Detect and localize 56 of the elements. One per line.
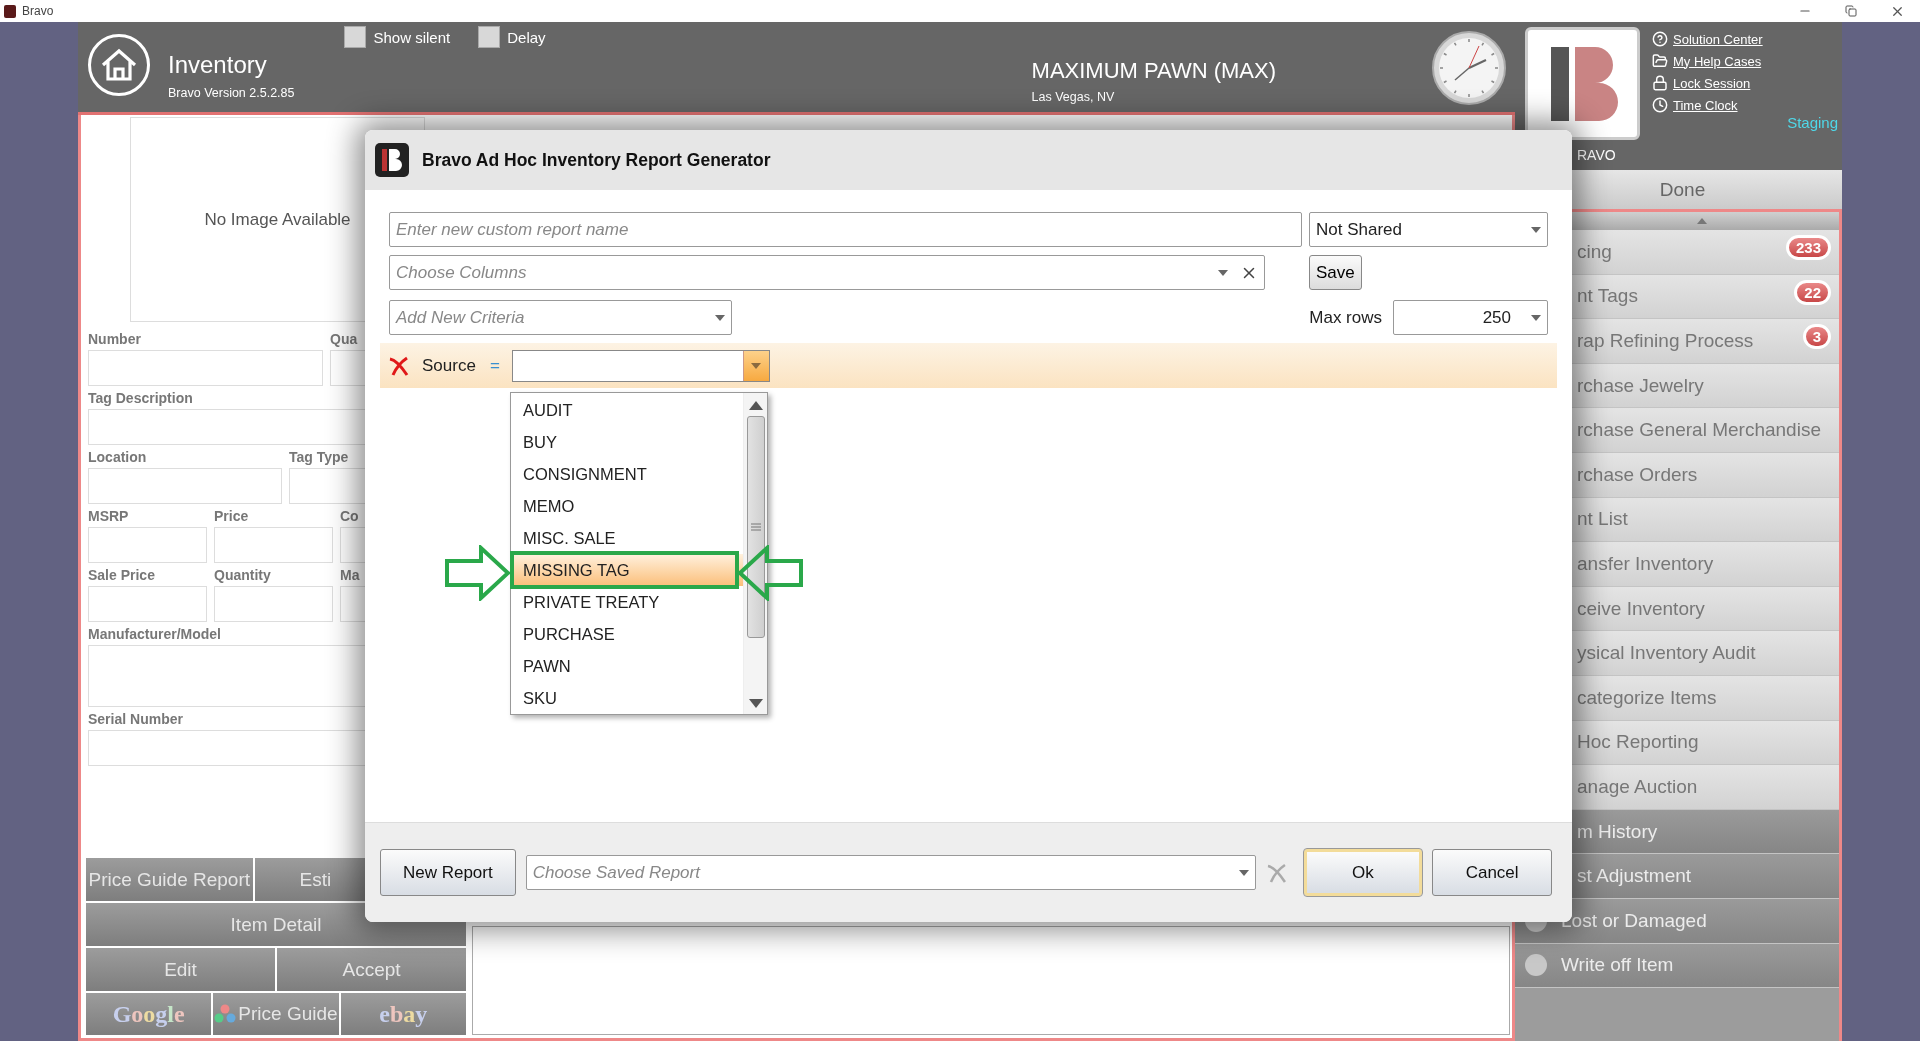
help-link[interactable]: Solution Center [1652,30,1763,48]
dropdown[interactable]: Choose Saved Report [525,855,1256,890]
field-label: Number [88,331,142,348]
field-label: Serial Number [88,711,184,728]
field-label: Location [88,449,148,466]
list-option[interactable]: PAWN [511,650,743,682]
save-button[interactable]: Save [1309,255,1362,290]
ok-button[interactable]: Ok [1303,849,1423,896]
wordmark: ebay [379,1000,428,1028]
field-label: Tag Type [289,449,350,466]
field-label: Manufacturer/Model [88,626,222,643]
dialog-title: Bravo Ad Hoc Inventory Report Generator [422,149,771,171]
dropdown[interactable]: Choose Columns [389,255,1265,290]
criteria-field: Source [422,355,476,376]
checkbox-label: Delay [507,28,546,46]
field-label: Ma [340,567,361,584]
list-option[interactable]: CONSIGNMENT [511,458,743,490]
field-label: Quantity [214,567,272,584]
help-link[interactable]: My Help Cases [1652,52,1763,70]
new-report-button[interactable]: New Report [380,849,516,896]
count-badge: 22 [1794,279,1831,305]
dropdown[interactable]: 250 [1393,300,1548,335]
store-location: Las Vegas, NV [1031,90,1116,104]
list-option[interactable]: PURCHASE [511,618,743,650]
store-name: MAXIMUM PAWN (MAX) [1031,58,1276,84]
list-option[interactable]: BUY [511,426,743,458]
field-label: Price [214,508,250,525]
list-option[interactable]: MISC. SALE [511,522,743,554]
environment-label: Staging [1787,114,1839,133]
count-badge: 233 [1785,235,1831,260]
field-label: Qua [330,331,359,348]
window-title: Bravo [22,4,54,18]
checkbox-label: Show silent [373,28,451,46]
version-text: Bravo Version 2.5.2.85 [168,86,295,100]
list-option[interactable]: AUDIT [511,394,743,426]
wordmark: Google [112,1000,185,1028]
list-option[interactable]: MEMO [511,490,743,522]
count-badge: 3 [1802,324,1831,350]
list-option[interactable]: PRIVATE TREATY [511,586,743,618]
cancel-button[interactable]: Cancel [1432,849,1552,896]
criteria-operator: = [489,355,500,376]
page-title: Inventory [168,52,268,78]
help-link[interactable]: Time Clock [1652,96,1763,114]
list-option[interactable]: MISSING TAG [511,554,743,586]
max-rows-label: Max rows [1309,307,1382,328]
logo-caption: RAVO [1577,147,1617,163]
help-link[interactable]: Lock Session [1652,74,1763,92]
field-label: Sale Price [88,567,156,584]
dropdown[interactable]: Not Shared [1309,212,1548,247]
field-label: MSRP [88,508,130,525]
placeholder-text: No Image Available [204,209,351,230]
dropdown[interactable]: Add New Criteria [389,300,732,335]
input-field[interactable]: Enter new custom report name [389,212,1302,247]
field-label: Co [340,508,360,525]
field-label: Tag Description [88,390,194,407]
list-option[interactable]: SKU [511,682,743,714]
